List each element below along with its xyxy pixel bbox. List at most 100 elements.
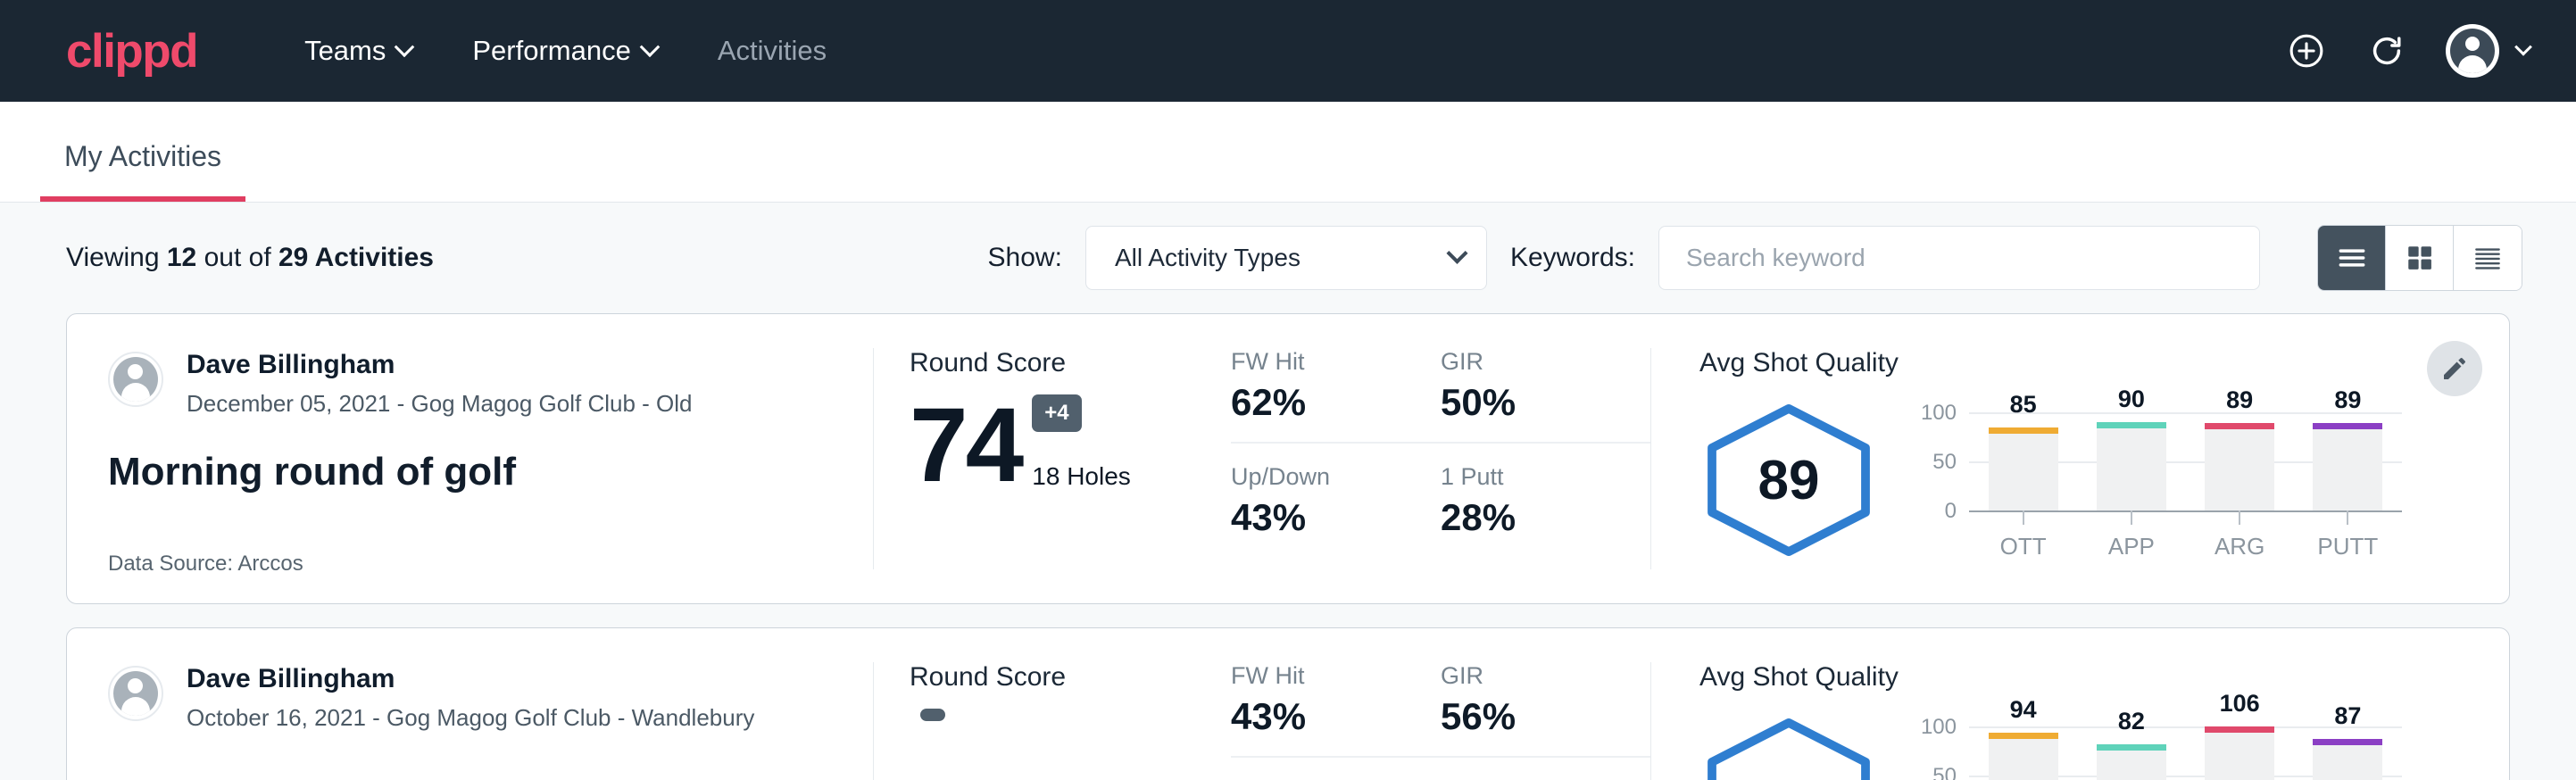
chart-x-tick [1969,510,2077,525]
score-differential-badge [920,709,945,721]
stat-label: FW Hit [1231,348,1408,376]
stat-one-putt: 1 Putt 28% [1441,463,1650,539]
stat-label: Up/Down [1231,463,1408,491]
activity-card[interactable]: Dave Billingham October 16, 2021 - Gog M… [66,627,2510,780]
chart-x-tick [2186,510,2294,525]
y-axis-tick-label: 50 [1932,450,1957,475]
chart-bar [2205,726,2274,780]
chart-x-tick-label: PUTT [2294,533,2402,560]
avg-shot-quality-label: Avg Shot Quality [1699,348,2402,378]
show-label: Show: [988,243,1062,273]
chart-x-tick-label: ARG [2186,533,2294,560]
chart-bar [2313,739,2382,780]
stat-fw-hit: FW Hit 43% [1231,662,1441,758]
chart-bar-cap [1989,733,2058,739]
refresh-icon[interactable] [2365,29,2408,72]
author-name: Dave Billingham [187,348,693,382]
activity-summary-column: Dave Billingham December 05, 2021 - Gog … [67,314,873,603]
app-logo[interactable]: clippd [66,28,197,75]
chart-bar-value-label: 85 [2010,391,2037,419]
nav-item-activities[interactable]: Activities [687,26,857,76]
edit-activity-button[interactable] [2427,341,2482,396]
chart-bar-cap [1989,427,2058,434]
stat-value: 62% [1231,381,1408,424]
plus-circle-icon[interactable] [2285,29,2328,72]
round-score-value-row: 74 +4 18 Holes [910,394,1231,491]
account-avatar-icon [2446,24,2499,78]
round-score-column: Round Score 74 +4 18 Holes [874,314,1231,603]
activity-type-value: All Activity Types [1115,244,1300,272]
viewing-total: 29 Activities [278,243,434,272]
chart-bar-cap [2313,423,2382,429]
activity-type-select[interactable]: All Activity Types [1085,226,1487,290]
viewing-prefix: Viewing [66,243,160,272]
viewing-middle: out of [204,243,271,272]
stat-value: 56% [1441,695,1618,738]
chart-bar [2097,744,2166,780]
chart-bar [1989,427,2058,511]
chart-bar-group: 85 [1969,412,2077,510]
y-axis-tick-label: 0 [1945,499,1957,524]
keywords-label: Keywords: [1510,243,1635,273]
avg-shot-quality-label: Avg Shot Quality [1699,662,2402,693]
activity-title: Morning round of golf [108,450,832,494]
chart-bar-value-label: 106 [2220,690,2260,718]
chart-bar-group: 90 [2077,412,2185,510]
grid-view-button[interactable] [2386,226,2454,290]
chart-bar-value-label: 89 [2334,386,2361,414]
avatar [108,352,163,407]
tab-my-activities[interactable]: My Activities [40,140,245,202]
round-score-value-row [910,709,1231,780]
stat-gir: GIR 50% [1441,348,1650,444]
chart-bar-cap [2097,744,2166,751]
chart-bar-cap [2097,422,2166,428]
score-differential-badge: +4 [1032,394,1081,432]
avg-shot-quality-column: Avg Shot Quality 89 05010085908989OTTAPP… [1651,314,2509,603]
avg-shot-quality-column: Avg Shot Quality 050100948210687OTTAPPAR… [1651,628,2509,780]
chart-bar [2097,422,2166,510]
account-menu[interactable] [2446,24,2530,78]
round-score-label: Round Score [910,348,1231,378]
chart-bar [2313,423,2382,510]
author-name: Dave Billingham [187,662,754,696]
nav-item-label: Teams [304,35,386,67]
toolbar-controls: Show: All Activity Types Keywords: [988,225,2522,291]
activity-summary-column: Dave Billingham October 16, 2021 - Gog M… [67,628,873,780]
main-nav-links: Teams Performance Activities [274,26,857,76]
nav-item-label: Activities [718,35,827,67]
stat-gir: GIR 56% [1441,662,1650,758]
activity-card[interactable]: Dave Billingham December 05, 2021 - Gog … [66,313,2510,604]
viewing-count: 12 [167,243,196,272]
quality-hexagon: 89 [1699,403,1878,557]
shot-quality-bar-chart: 05010085908989OTTAPPARGPUTT [1908,400,2402,560]
pencil-icon [2440,354,2469,383]
hexagon-icon [1701,718,1876,780]
stat-up-down: Up/Down 43% [1231,463,1441,539]
chart-bar-group: 89 [2186,412,2294,510]
quality-hexagon [1699,718,1878,780]
chart-bar-cap [2205,423,2274,429]
round-score-column: Round Score [874,628,1231,780]
chart-bars: 85908989 [1969,412,2402,510]
chevron-down-icon [1446,242,1467,263]
nav-item-teams[interactable]: Teams [274,26,442,76]
stat-label: FW Hit [1231,662,1408,690]
chart-x-tick [2294,510,2402,525]
list-view-button[interactable] [2318,226,2386,290]
stat-fw-hit: FW Hit 62% [1231,348,1441,444]
nav-item-performance[interactable]: Performance [442,26,686,76]
nav-actions [2285,24,2530,78]
activity-card-list: Dave Billingham December 05, 2021 - Gog … [0,313,2576,780]
chart-bar-group: 106 [2186,726,2294,780]
activity-meta: December 05, 2021 - Gog Magog Golf Club … [187,390,693,418]
chart-bar-group: 94 [1969,726,2077,780]
search-input[interactable] [1658,226,2260,290]
stat-value: 43% [1231,496,1408,539]
chart-plot-area: 050100948210687 [1969,726,2402,780]
round-stats-column: FW Hit 43% GIR 56% [1231,628,1650,780]
chart-bar-value-label: 82 [2118,708,2145,735]
round-stats-column: FW Hit 62% GIR 50% Up/Down 43% 1 Putt 28… [1231,314,1650,603]
chart-bar-value-label: 90 [2118,386,2145,413]
y-axis-tick-label: 50 [1932,764,1957,780]
compact-view-button[interactable] [2454,226,2522,290]
